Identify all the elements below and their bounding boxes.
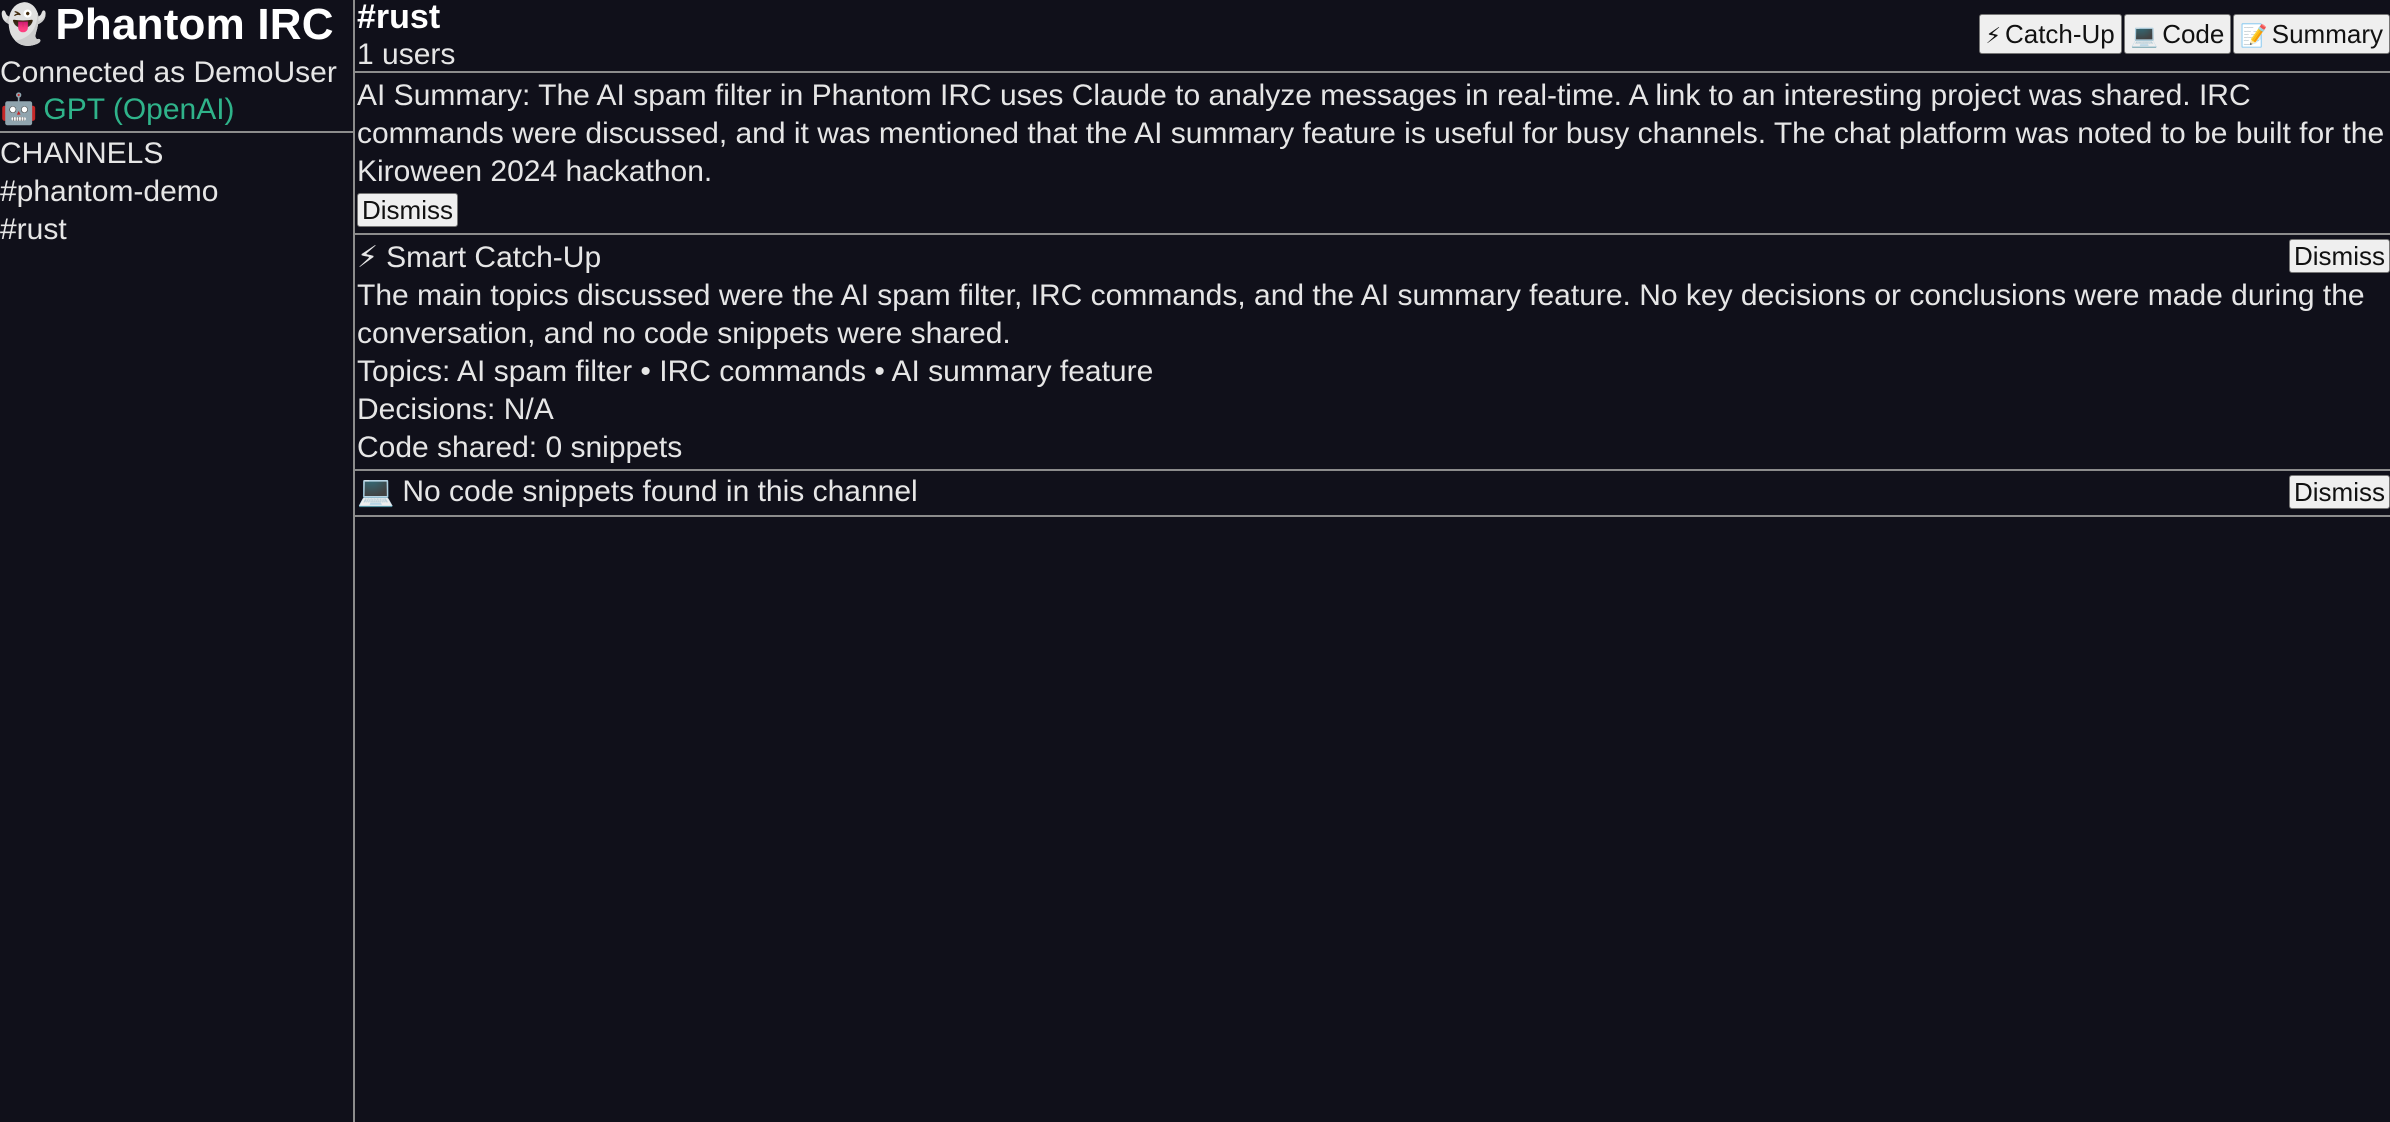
user-count: 1 users <box>357 38 456 71</box>
ai-summary-text: AI Summary: The AI spam filter in Phanto… <box>357 79 2385 188</box>
laptop-icon: 💻 <box>357 475 395 508</box>
code-button-label: Code <box>2162 19 2225 49</box>
channels-header: CHANNELS <box>0 137 164 170</box>
summary-button-label: Summary <box>2271 19 2383 49</box>
robot-icon: 🤖 <box>0 93 38 126</box>
model-indicator[interactable]: 🤖 GPT (OpenAI) <box>0 92 353 133</box>
code-dismiss-button[interactable]: Dismiss <box>2289 475 2390 509</box>
summary-dismiss-button[interactable]: Dismiss <box>357 193 458 227</box>
channel-header: #rust 1 users ⚡ Catch-Up 💻 Code 📝 Summary <box>355 0 2390 73</box>
code-panel-text: No code snippets found in this channel <box>402 475 918 508</box>
header-actions: ⚡ Catch-Up 💻 Code 📝 Summary <box>1978 14 2390 54</box>
catchup-panel: ⚡ Smart Catch-Up Dismiss The main topics … <box>355 235 2390 471</box>
channel-item-rust[interactable]: #rust <box>0 211 353 249</box>
connection-status: Connected as DemoUser <box>0 56 337 89</box>
catchup-decisions: Decisions: N/A <box>357 393 554 426</box>
catchup-heading: ⚡ Smart Catch-Up <box>357 239 2388 277</box>
ai-summary-panel: AI Summary: The AI spam filter in Phanto… <box>355 73 2390 235</box>
catchup-topics: Topics: AI spam filter • IRC commands • … <box>357 355 1154 388</box>
channel-item-phantom-demo[interactable]: #phantom-demo <box>0 173 353 211</box>
app-window: 👻 Phantom IRC Connected as DemoUser 🤖 GPT… <box>0 0 2390 1122</box>
main-area: #rust 1 users ⚡ Catch-Up 💻 Code 📝 Summary A… <box>355 0 2390 1122</box>
summary-button[interactable]: 📝 Summary <box>2233 14 2390 54</box>
catchup-button-label: Catch-Up <box>2004 19 2115 49</box>
laptop-icon: 💻 <box>2130 23 2159 48</box>
catchup-title: Smart Catch-Up <box>386 241 602 274</box>
sidebar: 👻 Phantom IRC Connected as DemoUser 🤖 GPT… <box>0 0 355 1122</box>
model-label: GPT (OpenAI) <box>43 93 235 126</box>
ghost-icon: 👻 <box>0 4 48 46</box>
catchup-body: The main topics discussed were the AI sp… <box>357 279 2365 350</box>
lightning-icon: ⚡ <box>357 241 379 274</box>
memo-icon: 📝 <box>2240 23 2268 48</box>
catchup-code-shared: Code shared: 0 snippets <box>357 431 683 464</box>
catchup-dismiss-button[interactable]: Dismiss <box>2289 239 2390 273</box>
channel-title: #rust <box>357 0 441 36</box>
code-button[interactable]: 💻 Code <box>2123 14 2232 54</box>
code-snippets-panel: 💻 No code snippets found in this channel … <box>355 471 2390 517</box>
lightning-icon: ⚡ <box>1985 23 2001 48</box>
brand: 👻 Phantom IRC <box>0 0 353 50</box>
app-title: Phantom IRC <box>55 0 334 49</box>
code-panel-heading: 💻 No code snippets found in this channel <box>357 473 2388 511</box>
catchup-button[interactable]: ⚡ Catch-Up <box>1978 14 2122 54</box>
